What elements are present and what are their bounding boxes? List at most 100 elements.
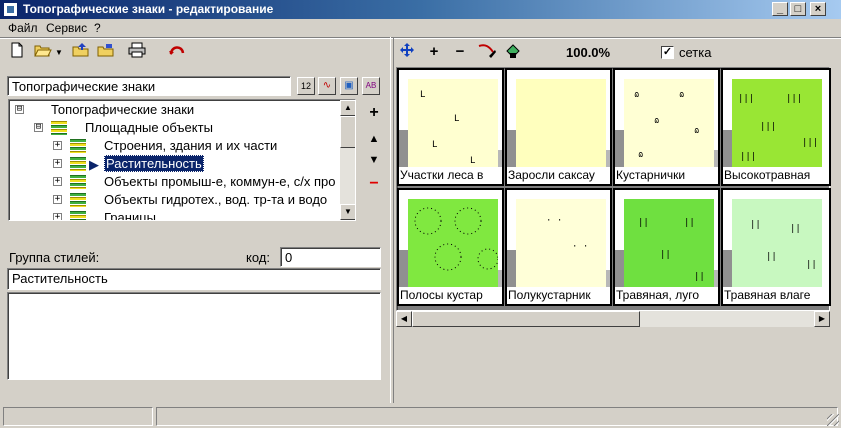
pick-color-icon[interactable] — [476, 42, 498, 62]
swatch-horizontal-scrollbar[interactable]: ◀ ▶ — [396, 311, 830, 327]
tree-item-industrial[interactable]: + Объекты промыш-е, коммун-е, с/х про — [13, 174, 353, 192]
dropdown-arrow-icon[interactable]: ▼ — [54, 42, 64, 64]
library-name-field[interactable]: Топографические знаки — [7, 76, 291, 96]
swatch-forest[interactable]: LLLL Участки леса в — [397, 68, 504, 186]
grid-checkbox-label: сетка — [679, 45, 712, 60]
tree-item-label: Строения, здания и их части — [104, 138, 278, 153]
swatch-fill — [516, 79, 606, 169]
menu-bar: Файл Сервис ? — [0, 19, 841, 37]
area-style-button[interactable]: ▣ — [340, 77, 358, 95]
status-bar — [0, 405, 841, 428]
scroll-left-icon[interactable]: ◀ — [396, 311, 412, 327]
scroll-right-icon[interactable]: ▶ — [814, 311, 830, 327]
layer-stack-icon — [70, 193, 86, 207]
layer-stack-icon — [70, 211, 86, 220]
swatch-fill: ||| ||| ||| ||| ||| — [732, 79, 822, 169]
panel-splitter[interactable] — [390, 37, 394, 403]
swatch-saxaul[interactable]: Заросли саксау — [505, 68, 612, 186]
selection-arrow-icon: ▶ — [89, 157, 99, 172]
swatch-caption: Участки леса в — [399, 167, 502, 184]
tree-item-vegetation[interactable]: + ▶ Растительность — [13, 155, 343, 174]
new-file-icon[interactable] — [6, 42, 28, 64]
expand-icon[interactable]: + — [53, 141, 62, 150]
move-down-button[interactable]: ▼ — [365, 151, 383, 169]
line-style-button[interactable]: ∿ — [318, 77, 336, 95]
swatch-fill — [408, 199, 499, 289]
add-style-button[interactable]: + — [365, 104, 383, 122]
swatch-fill: || || || || — [624, 199, 714, 289]
layer-stack-icon — [70, 157, 86, 171]
swatch-caption: Полукустарник — [507, 287, 610, 304]
swatch-shrub-strips[interactable]: Полосы кустар — [397, 188, 504, 306]
folder-up-icon[interactable] — [70, 42, 92, 64]
swatch-fill: · · · · — [516, 199, 606, 289]
expand-icon[interactable]: + — [53, 159, 62, 168]
tree-item-label-selected: Растительность — [104, 155, 204, 172]
swatch-shrubs[interactable]: ɷɷɷɷɷ Кустарнички — [613, 68, 720, 186]
title-bar: Топографические знаки - редактирование _… — [0, 0, 841, 19]
left-toolbar: ▼ — [0, 39, 390, 67]
scroll-down-icon[interactable]: ▼ — [340, 204, 355, 220]
zoom-out-icon[interactable]: − — [451, 42, 469, 62]
move-up-button[interactable]: ▲ — [365, 130, 383, 148]
scroll-thumb[interactable] — [412, 311, 640, 327]
close-button[interactable]: × — [810, 2, 826, 16]
swatch-tall-grass[interactable]: ||| ||| ||| ||| ||| Высокотравная — [721, 68, 831, 186]
group-name-field[interactable]: Растительность — [7, 268, 381, 290]
menu-file[interactable]: Файл — [8, 21, 38, 35]
grid-checkbox[interactable]: ✓ — [661, 46, 674, 59]
collapse-icon[interactable]: ⊟ — [15, 105, 24, 114]
group-label: Группа стилей: — [9, 250, 100, 265]
swatch-caption: Травяная, луго — [615, 287, 718, 304]
window-title: Топографические знаки - редактирование — [23, 2, 274, 16]
app-icon — [3, 2, 18, 17]
tree-vertical-scrollbar[interactable]: ▲ ▼ — [340, 100, 355, 220]
code-label: код: — [246, 250, 270, 265]
layer-stack-icon — [51, 121, 67, 135]
zoom-level: 100.0% — [566, 45, 611, 60]
text-style-button[interactable]: АВ — [362, 77, 380, 95]
swatch-fill: || || || || — [732, 199, 822, 289]
tree-item-label: Объекты гидротех., вод. тр-та и водо — [104, 192, 328, 207]
menu-help[interactable]: ? — [94, 21, 101, 35]
minimize-button[interactable]: _ — [772, 2, 788, 16]
scroll-up-icon[interactable]: ▲ — [340, 100, 355, 116]
tree-item-hydro[interactable]: + Объекты гидротех., вод. тр-та и водо — [13, 192, 353, 210]
tree-item-label: Объекты промыш-е, коммун-е, с/х про — [104, 174, 336, 189]
swatch-semi-shrubs[interactable]: · · · · Полукустарник — [505, 188, 612, 306]
swatch-caption: Заросли саксау — [507, 167, 610, 184]
expand-icon[interactable]: + — [53, 195, 62, 204]
swatch-caption: Высокотравная — [723, 167, 826, 184]
swatch-meadow-grass[interactable]: || || || || Травяная, луго — [613, 188, 720, 306]
expand-icon[interactable]: + — [53, 177, 62, 186]
group-description-field[interactable] — [7, 292, 381, 380]
swatch-caption: Полосы кустар — [399, 287, 502, 304]
style-tree[interactable]: ⊟ Топографические знаки ⊟ Площадные объе… — [8, 99, 356, 221]
resize-grip-icon[interactable] — [827, 414, 839, 426]
swatch-caption: Кустарнички — [615, 167, 718, 184]
undo-icon[interactable] — [166, 42, 188, 64]
open-folder-icon[interactable] — [32, 42, 54, 64]
move-icon[interactable] — [398, 42, 416, 62]
code-field[interactable]: 0 — [280, 247, 381, 267]
numbering-button[interactable]: 12 — [297, 77, 315, 95]
tree-item-area-objects[interactable]: ⊟ Площадные объекты — [13, 120, 343, 138]
menu-service[interactable]: Сервис — [46, 21, 87, 35]
scroll-thumb[interactable] — [340, 116, 355, 148]
swatch-grid: LLLL Участки леса в Заросли саксау ɷɷɷɷɷ… — [396, 67, 831, 311]
tree-item-buildings[interactable]: + Строения, здания и их части — [13, 138, 343, 156]
folder-export-icon[interactable] — [95, 42, 117, 64]
expand-icon[interactable]: + — [53, 213, 62, 220]
tree-item-label: Границы — [104, 210, 156, 221]
print-icon[interactable] — [126, 42, 148, 64]
delete-style-button[interactable]: − — [365, 175, 383, 193]
fill-icon[interactable] — [503, 42, 523, 62]
maximize-button[interactable]: □ — [790, 2, 806, 16]
collapse-icon[interactable]: ⊟ — [34, 123, 43, 132]
status-panel-2 — [156, 407, 838, 426]
swatch-wet-grass[interactable]: || || || || Травяная влаге — [721, 188, 831, 306]
tree-item-borders[interactable]: + Границы — [13, 210, 343, 221]
tree-item-root[interactable]: ⊟ Топографические знаки — [13, 102, 343, 120]
zoom-in-icon[interactable]: + — [425, 42, 443, 62]
tree-item-label: Топографические знаки — [51, 102, 195, 117]
